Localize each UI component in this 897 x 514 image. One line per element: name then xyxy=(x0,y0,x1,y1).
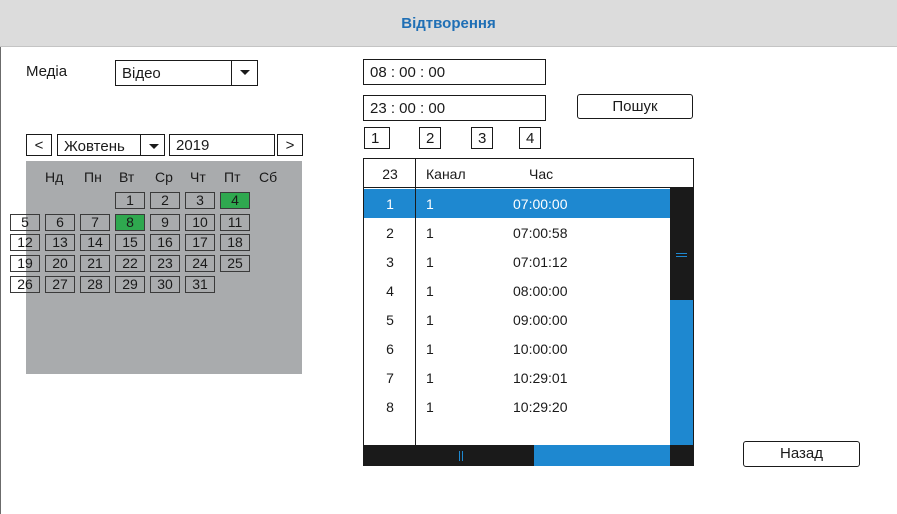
calendar-day-9[interactable]: 9 xyxy=(150,214,180,231)
calendar-day-23[interactable]: 23 xyxy=(150,255,180,272)
table-cell-channel: 1 xyxy=(426,312,434,328)
grip-icon xyxy=(676,253,687,254)
channel-button-3[interactable]: 3 xyxy=(471,127,493,149)
end-time-field[interactable]: 23 : 00 : 00 xyxy=(363,95,546,121)
table-header: 23 Канал Час xyxy=(364,159,693,188)
table-cell-time: 10:29:01 xyxy=(513,370,568,386)
table-cell-channel: 1 xyxy=(426,399,434,415)
channel-button-4[interactable]: 4 xyxy=(519,127,541,149)
vertical-scroll-thumb[interactable] xyxy=(670,300,693,445)
table-cell-index: 5 xyxy=(386,312,394,328)
search-button[interactable]: Пошук xyxy=(577,94,693,119)
table-row[interactable]: 1 1 07:00:00 xyxy=(364,189,670,218)
table-cell-time: 07:01:12 xyxy=(513,254,568,270)
table-cell-index: 1 xyxy=(386,196,394,212)
start-time-field[interactable]: 08 : 00 : 00 xyxy=(363,59,546,85)
table-row[interactable]: 6 1 10:00:00 xyxy=(364,334,670,363)
calendar-day-26[interactable]: 26 xyxy=(10,276,40,293)
calendar-day-25[interactable]: 25 xyxy=(220,255,250,272)
calendar-day-19[interactable]: 19 xyxy=(10,255,40,272)
table-cell-channel: 1 xyxy=(426,283,434,299)
month-select-value: Жовтень xyxy=(64,138,125,155)
calendar-day-8[interactable]: 8 xyxy=(115,214,145,231)
table-cell-index: 3 xyxy=(386,254,394,270)
record-table: 23 Канал Час 1 1 07:00:00 2 1 07:00:58 3 1 07:01… xyxy=(363,158,694,466)
chevron-down-icon[interactable] xyxy=(231,61,257,85)
table-cell-channel: 1 xyxy=(426,341,434,357)
table-cell-time: 10:00:00 xyxy=(513,341,568,357)
calendar-day-27[interactable]: 27 xyxy=(45,276,75,293)
year-field[interactable]: 2019 xyxy=(169,134,275,156)
column-header-channel: Канал xyxy=(426,166,466,182)
calendar-day-3[interactable]: 3 xyxy=(185,192,215,209)
channel-button-1[interactable]: 1 xyxy=(364,127,390,149)
table-row[interactable]: 3 1 07:01:12 xyxy=(364,247,670,276)
calendar-day-31[interactable]: 31 xyxy=(185,276,215,293)
calendar-day-24[interactable]: 24 xyxy=(185,255,215,272)
weekday-label: Пт xyxy=(224,169,241,185)
chevron-down-icon[interactable] xyxy=(140,135,164,155)
table-cell-index: 7 xyxy=(386,370,394,386)
calendar-day-2[interactable]: 2 xyxy=(150,192,180,209)
calendar-day-12[interactable]: 12 xyxy=(10,234,40,251)
table-cell-time: 09:00:00 xyxy=(513,312,568,328)
table-cell-index: 4 xyxy=(386,283,394,299)
table-cell-time: 07:00:58 xyxy=(513,225,568,241)
grip-icon xyxy=(459,451,460,461)
calendar-day-10[interactable]: 10 xyxy=(185,214,215,231)
media-select[interactable]: Відео xyxy=(115,60,258,86)
month-select[interactable]: Жовтень xyxy=(57,134,165,156)
table-row[interactable]: 4 1 08:00:00 xyxy=(364,276,670,305)
table-row[interactable]: 7 1 10:29:01 xyxy=(364,363,670,392)
media-label: Медіа xyxy=(26,63,68,80)
table-cell-index: 8 xyxy=(386,399,394,415)
table-cell-channel: 1 xyxy=(426,370,434,386)
calendar-day-4[interactable]: 4 xyxy=(220,192,250,209)
page-title: Відтворення xyxy=(401,15,496,32)
calendar-day-5[interactable]: 5 xyxy=(10,214,40,231)
table-cell-time: 07:00:00 xyxy=(513,196,568,212)
table-cell-time: 08:00:00 xyxy=(513,283,568,299)
horizontal-scroll-thumb[interactable] xyxy=(534,445,670,466)
calendar-day-7[interactable]: 7 xyxy=(80,214,110,231)
back-button[interactable]: Назад xyxy=(743,441,860,467)
table-cell-channel: 1 xyxy=(426,196,434,212)
media-select-value: Відео xyxy=(122,65,161,82)
calendar-day-30[interactable]: 30 xyxy=(150,276,180,293)
weekday-label: Пн xyxy=(84,169,102,185)
table-row[interactable]: 2 1 07:00:58 xyxy=(364,218,670,247)
table-row[interactable]: 5 1 09:00:00 xyxy=(364,305,670,334)
column-divider xyxy=(415,159,416,445)
calendar-day-18[interactable]: 18 xyxy=(220,234,250,251)
calendar-day-20[interactable]: 20 xyxy=(45,255,75,272)
calendar-day-6[interactable]: 6 xyxy=(45,214,75,231)
weekday-label: Ср xyxy=(155,169,173,185)
weekday-label: Нд xyxy=(45,169,64,185)
calendar-day-28[interactable]: 28 xyxy=(80,276,110,293)
next-month-button[interactable]: > xyxy=(277,134,303,156)
calendar-day-1[interactable]: 1 xyxy=(115,192,145,209)
calendar-day-14[interactable]: 14 xyxy=(80,234,110,251)
calendar-day-16[interactable]: 16 xyxy=(150,234,180,251)
calendar-day-29[interactable]: 29 xyxy=(115,276,145,293)
calendar-day-13[interactable]: 13 xyxy=(45,234,75,251)
table-row[interactable]: 8 1 10:29:20 xyxy=(364,392,670,421)
calendar-day-15[interactable]: 15 xyxy=(115,234,145,251)
weekday-label: Сб xyxy=(259,169,278,185)
calendar-day-22[interactable]: 22 xyxy=(115,255,145,272)
prev-month-button[interactable]: < xyxy=(26,134,52,156)
record-count: 23 xyxy=(382,166,398,182)
table-cell-channel: 1 xyxy=(426,225,434,241)
table-cell-index: 6 xyxy=(386,341,394,357)
calendar-day-21[interactable]: 21 xyxy=(80,255,110,272)
weekday-label: Вт xyxy=(119,169,135,185)
table-cell-channel: 1 xyxy=(426,254,434,270)
weekday-label: Чт xyxy=(190,169,206,185)
column-header-time: Час xyxy=(529,166,554,182)
table-cell-index: 2 xyxy=(386,225,394,241)
channel-button-2[interactable]: 2 xyxy=(419,127,441,149)
calendar-day-17[interactable]: 17 xyxy=(185,234,215,251)
table-cell-time: 10:29:20 xyxy=(513,399,568,415)
calendar-day-11[interactable]: 11 xyxy=(220,214,250,231)
